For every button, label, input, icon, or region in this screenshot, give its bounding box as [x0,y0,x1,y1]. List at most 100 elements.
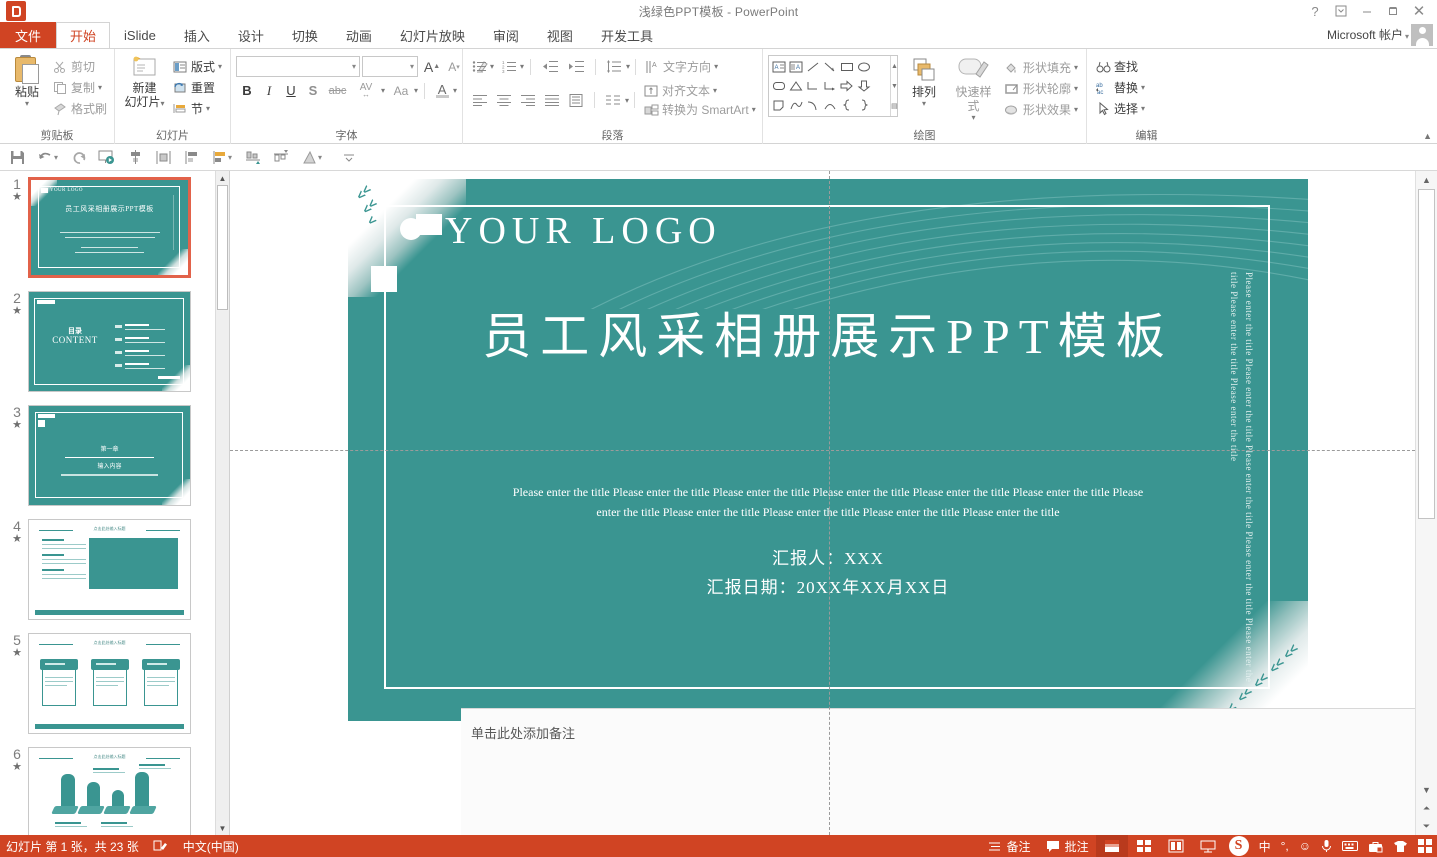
shape-fill-button[interactable]: 形状填充 ▾ [1001,57,1081,78]
bold-button[interactable]: B [236,80,258,101]
language-label[interactable]: 中文(中国) [183,838,239,855]
scroll-down-icon[interactable]: ▼ [216,821,229,835]
tab-view[interactable]: 视图 [533,22,587,48]
thumbnail-preview[interactable]: 点击此处输入标题 [28,747,191,835]
paste-button[interactable]: 粘贴 ▾ [5,53,49,110]
slide-vertical-scrollbar[interactable]: ▲ ▼ ⏶ ⏷ [1415,171,1437,835]
align-center-button[interactable] [492,90,516,111]
thumbnail-preview[interactable]: 目录 CONTENT [28,291,191,392]
arrange-button[interactable]: 排列 ▾ [902,55,946,110]
layout-button[interactable]: 版式 ▾ [169,56,225,77]
bullets-button[interactable] [468,56,490,77]
thumbnail-preview[interactable]: YOUR LOGO 员工风采相册展示PPT模板 [28,177,191,278]
close-icon[interactable]: ✕ [1407,1,1431,21]
tab-review[interactable]: 审阅 [479,22,533,48]
tab-file[interactable]: 文件 [0,22,56,48]
tab-developer[interactable]: 开发工具 [587,22,667,48]
numbering-button[interactable]: 123 [498,56,520,77]
previous-slide-icon[interactable]: ⏶ [1416,799,1437,817]
align-left-icon[interactable] [178,145,204,169]
shape-elbow-connector-icon[interactable] [804,76,821,95]
section-button[interactable]: 节 ▾ [169,98,225,119]
thumbnail-slide-3[interactable]: 3 ★ 第一章 输入内容 [0,405,215,506]
text-direction-button[interactable]: A 文字方向 ▾ [641,56,721,77]
scroll-down-icon[interactable]: ▼ [1416,781,1437,799]
shape-oval-icon[interactable] [855,57,872,76]
tab-islide[interactable]: iSlide [110,22,170,48]
tab-design[interactable]: 设计 [224,22,278,48]
redo-icon[interactable] [66,145,92,169]
ime-toolbox-icon[interactable] [1363,840,1388,853]
shape-right-arrow-icon[interactable] [838,76,855,95]
tab-insert[interactable]: 插入 [170,22,224,48]
distribute-up-icon[interactable] [268,145,294,169]
underline-button[interactable]: U [280,80,302,101]
decrease-indent-button[interactable] [537,56,563,77]
help-icon[interactable]: ? [1303,1,1327,21]
select-button[interactable]: 选择 ▾ [1092,98,1148,119]
text-shadow-button[interactable]: S [302,80,324,101]
slide-sorter-icon[interactable] [1128,835,1160,857]
spellcheck-icon[interactable] [153,838,169,854]
tab-animations[interactable]: 动画 [332,22,386,48]
shapes-gallery[interactable]: A A [768,55,898,117]
thumbnail-slide-6[interactable]: 6 ★ 点击此处输入标题 [0,747,215,835]
shape-vertical-textbox-icon[interactable]: A [787,57,804,76]
format-painter-button[interactable]: 格式刷 [49,98,110,119]
shape-down-arrow-icon[interactable] [855,76,872,95]
slideshow-icon[interactable] [1192,835,1224,857]
next-slide-icon[interactable]: ⏷ [1416,817,1437,835]
scrollbar-thumb[interactable] [1418,189,1435,519]
italic-button[interactable]: I [258,80,280,101]
shape-elbow-arrow-icon[interactable] [821,76,838,95]
quick-styles-button[interactable]: 快速样式 ▾ [950,55,997,124]
font-color-button[interactable]: A [431,80,453,101]
thumbnail-preview[interactable]: 第一章 输入内容 [28,405,191,506]
find-button[interactable]: 查找 [1092,56,1141,77]
scroll-up-icon[interactable]: ▲ [216,171,229,185]
slide-logo-text[interactable]: YOUR LOGO [445,209,722,253]
thumbnail-slide-4[interactable]: 4 ★ 点击此处输入标题 [0,519,215,620]
slide-description[interactable]: Please enter the title Please enter the … [508,482,1148,522]
shape-right-brace-icon[interactable] [855,95,872,114]
ime-keyboard-icon[interactable] [1337,840,1363,852]
ime-voice-icon[interactable] [1316,839,1337,853]
shape-rectangle-icon[interactable] [838,57,855,76]
shape-arrow-icon[interactable] [821,57,838,76]
chevron-down-icon[interactable]: ▾ [318,153,328,162]
character-spacing-button[interactable]: AV ↔ [351,80,381,101]
shape-folded-corner-icon[interactable] [770,95,787,114]
scrollbar-thumb[interactable] [217,185,228,310]
shape-effects-button[interactable]: 形状效果 ▾ [1001,99,1081,120]
grow-font-button[interactable]: A▲ [421,56,443,77]
new-slide-button[interactable]: 新建 幻灯片▾ [120,53,169,113]
chevron-down-icon[interactable]: ▾ [54,153,64,162]
thumbnail-slide-2[interactable]: 2 ★ 目录 CONTENT [0,291,215,392]
increase-indent-button[interactable] [563,56,589,77]
distributed-align-button[interactable] [564,90,588,111]
ime-mode-button[interactable]: 中 [1254,838,1276,855]
thumbnail-scrollbar[interactable]: ▲ ▼ [215,171,229,835]
shape-outline-button[interactable]: 形状轮廓 ▾ [1001,78,1081,99]
ime-emoji-icon[interactable]: ☺ [1294,839,1316,853]
avatar[interactable] [1411,24,1433,46]
copy-button[interactable]: 复制 ▾ [49,77,110,98]
slide-vertical-text[interactable]: Please enter the title Please enter the … [1222,272,1256,692]
chevron-down-icon[interactable]: ▾ [381,86,385,95]
shape-arc-icon[interactable] [821,95,838,114]
save-icon[interactable] [4,145,30,169]
justify-button[interactable] [540,90,564,111]
convert-to-smartart-button[interactable]: 转换为 SmartArt ▾ [640,100,759,119]
chevron-down-icon[interactable]: ▾ [490,62,494,71]
tab-transitions[interactable]: 切换 [278,22,332,48]
replace-button[interactable]: abac 替换 ▾ [1092,77,1148,98]
slide-count-label[interactable]: 幻灯片 第 1 张，共 23 张 [6,838,139,855]
align-center-icon[interactable] [122,145,148,169]
chevron-down-icon[interactable]: ▾ [453,86,457,95]
reset-button[interactable]: 重置 [169,77,225,98]
ime-skin-icon[interactable] [1388,840,1413,853]
shapes-gallery-scrollbar[interactable]: ▲ ▼ ▤ [890,56,898,116]
chevron-down-icon[interactable]: ▾ [520,62,524,71]
shapes-more-icon[interactable]: ▤ [891,96,898,116]
slide-presenter[interactable]: 汇报人：XXX [348,544,1308,569]
